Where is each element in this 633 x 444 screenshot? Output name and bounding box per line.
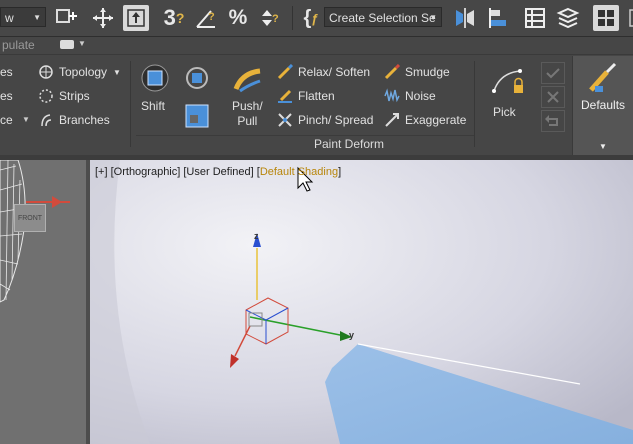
panel-toggle-icon[interactable]: [60, 40, 74, 49]
percent-snap-icon[interactable]: %: [225, 5, 251, 31]
defaults-brush-icon: [587, 62, 619, 94]
pick-label[interactable]: Pick: [493, 105, 516, 119]
undo-icon[interactable]: [541, 110, 565, 132]
exaggerate-button[interactable]: Exaggerate: [384, 112, 466, 128]
topology-button[interactable]: Topology ▼: [38, 64, 121, 80]
view-cube-front[interactable]: FRONT: [14, 204, 46, 232]
relax-soften-button[interactable]: Relax/ Soften: [277, 63, 371, 80]
shift-label[interactable]: Shift: [141, 99, 165, 113]
chevron-down-icon: ▼: [33, 13, 41, 22]
viewport-shading-label: Default Shading: [259, 166, 339, 178]
snap-3d-icon[interactable]: 3?: [161, 5, 187, 31]
noise-button[interactable]: Noise: [384, 88, 436, 104]
ribbon-tab-row: pulate ▼: [0, 37, 633, 54]
more-icon[interactable]: [622, 5, 633, 31]
left-dropdown-value: w: [5, 11, 14, 25]
mirror-icon[interactable]: [452, 5, 478, 31]
pinch-spread-button[interactable]: Pinch/ Spread: [277, 112, 373, 128]
select-object-icon[interactable]: [123, 5, 149, 31]
check-icon[interactable]: [541, 62, 565, 84]
chevron-down-icon[interactable]: ▼: [599, 142, 607, 151]
clipped-item-3[interactable]: ce: [0, 113, 13, 127]
move-icon[interactable]: [90, 5, 116, 31]
left-dropdown[interactable]: w ▼: [0, 7, 46, 27]
flatten-icon: [277, 88, 293, 104]
svg-text:?: ?: [208, 11, 215, 23]
flatten-label: Flatten: [298, 89, 335, 103]
topology-label: Topology: [59, 65, 108, 79]
populate-tab[interactable]: pulate: [2, 38, 35, 52]
exaggerate-icon: [384, 112, 400, 128]
scene-explorer-icon[interactable]: [522, 5, 548, 31]
smudge-button[interactable]: Smudge: [384, 63, 450, 80]
push-pull-icon[interactable]: [232, 63, 264, 95]
branches-button[interactable]: Branches: [38, 112, 110, 128]
noise-icon: [384, 88, 400, 104]
axis-y-label: y: [349, 330, 355, 340]
exaggerate-label: Exaggerate: [405, 113, 467, 127]
viewport-view-label[interactable]: [Orthographic]: [111, 166, 181, 178]
chevron-down-icon[interactable]: ▼: [78, 39, 86, 48]
flatten-button[interactable]: Flatten: [277, 88, 335, 104]
scale-icon[interactable]: [184, 103, 210, 129]
spinner-snap-icon[interactable]: ?: [256, 5, 282, 31]
snap-toggle-icon[interactable]: [54, 5, 80, 31]
ribbon-toggle-icon[interactable]: [593, 5, 619, 31]
front-viewport[interactable]: FRONT: [0, 160, 86, 444]
viewport-label: [+] [Orthographic] [User Defined] [Defau…: [95, 166, 341, 178]
chevron-down-icon: ▼: [113, 67, 121, 77]
panel-divider: [136, 135, 474, 136]
topology-icon: [38, 64, 54, 80]
view-cube-label: FRONT: [17, 214, 43, 222]
smudge-icon: [384, 63, 401, 80]
shading-close-bracket: ]: [338, 166, 342, 178]
viewport-user-label[interactable]: [User Defined]: [183, 166, 253, 178]
strips-icon: [38, 88, 54, 104]
chevron-down-icon: ▼: [429, 13, 437, 22]
branches-icon: [38, 112, 54, 128]
ribbon-separator: [130, 61, 131, 147]
selection-set-value: Create Selection Se: [329, 11, 436, 25]
defaults-label: Defaults: [581, 98, 626, 112]
chevron-down-icon[interactable]: ▼: [22, 115, 30, 124]
defaults-panel[interactable]: Defaults ▼: [572, 56, 633, 155]
strips-label: Strips: [59, 89, 90, 103]
brush-icon: [277, 63, 294, 80]
angle-snap-icon[interactable]: ?: [193, 5, 219, 31]
main-toolbar: w ▼ 3? ? % ? {ƒ Create Selection Se ▼: [0, 0, 633, 37]
pinch-icon: [277, 112, 293, 128]
branches-label: Branches: [59, 113, 110, 127]
shift-icon[interactable]: [140, 63, 170, 93]
pick-icon[interactable]: [490, 67, 526, 97]
edit-named-selection-icon[interactable]: {ƒ: [298, 5, 324, 31]
axis-z-label: z: [254, 231, 259, 241]
push-pull-label[interactable]: Push/ Pull: [232, 99, 263, 129]
rotate-icon[interactable]: [184, 65, 210, 91]
layer-manager-icon[interactable]: [555, 5, 581, 31]
align-icon[interactable]: [486, 5, 512, 31]
smudge-label: Smudge: [405, 65, 450, 79]
relax-soften-label: Relax/ Soften: [298, 65, 371, 79]
perspective-viewport[interactable]: z y x [+] [Orthographic] [User Defined] …: [90, 160, 633, 444]
viewport-shading-menu[interactable]: [Default Shading]: [257, 166, 341, 178]
clipped-item-2[interactable]: es: [0, 89, 13, 103]
selection-set-dropdown[interactable]: Create Selection Se ▼: [324, 7, 442, 27]
ribbon-separator: [474, 61, 475, 147]
pinch-spread-label: Pinch/ Spread: [298, 113, 374, 127]
close-icon[interactable]: [541, 86, 565, 108]
strips-button[interactable]: Strips: [38, 88, 90, 104]
paint-deform-panel-label: Paint Deform: [314, 137, 385, 151]
clipped-item-1[interactable]: es: [0, 65, 13, 79]
svg-text:?: ?: [272, 13, 279, 25]
viewport-menu-plus[interactable]: [+]: [95, 166, 108, 178]
noise-label: Noise: [405, 89, 436, 103]
ribbon-panel: es es ce ▼ Topology ▼ Strips Branches Sh…: [0, 54, 633, 156]
